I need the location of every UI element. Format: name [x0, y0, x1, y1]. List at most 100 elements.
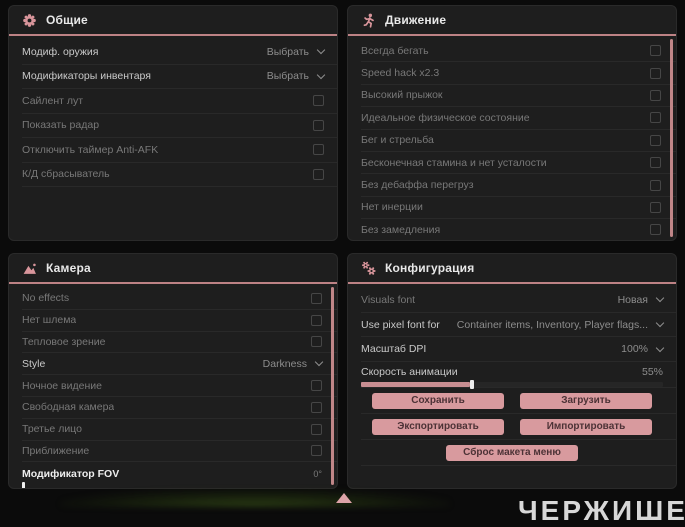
checkbox[interactable]	[650, 224, 661, 236]
row-label: No effects	[22, 292, 70, 305]
panel-title: Движение	[385, 13, 447, 27]
toggle-row-anti-afk[interactable]: Отключить таймер Anti-AFK	[22, 138, 337, 163]
save-button[interactable]: Сохранить	[372, 392, 504, 409]
checkbox[interactable]	[313, 119, 324, 131]
checkbox[interactable]	[650, 157, 661, 169]
toggle-row-speed-hack[interactable]: Speed hack x2.3	[361, 62, 676, 85]
checkbox[interactable]	[650, 134, 661, 146]
slider-handle[interactable]	[469, 380, 474, 390]
watermark-text: ЧЕРЖИШЕ	[518, 495, 685, 526]
toggle-row-always-run[interactable]: Всегда бегать	[361, 40, 676, 63]
row-label: Visuals font	[361, 293, 416, 306]
dropdown-inventory-mods[interactable]: Выбрать	[266, 70, 326, 83]
chevron-down-icon	[655, 318, 665, 328]
chevron-down-icon	[655, 294, 665, 303]
checkbox[interactable]	[311, 336, 322, 348]
checkbox[interactable]	[311, 401, 322, 413]
toggle-row-cd-reset[interactable]: К/Д сбрасыватель	[22, 163, 337, 187]
chevron-down-icon	[655, 343, 665, 352]
dropdown-pixel-font[interactable]: Container items, Inventory, Player flags…	[456, 318, 665, 331]
panel-camera-header: Камера	[9, 254, 337, 284]
row-label: К/Д сбрасыватель	[22, 168, 110, 181]
dropdown-value: Новая	[617, 293, 648, 306]
toggle-row-infinite-stamina[interactable]: Бесконечная стамина и нет усталости	[361, 152, 676, 175]
export-button[interactable]: Экспортировать	[372, 418, 504, 435]
scrollbar[interactable]	[331, 287, 334, 485]
button-row-reset: Сброс макета меню	[361, 440, 676, 467]
panel-general: Общие Модиф. оружия Выбрать Модификаторы…	[8, 5, 338, 241]
row-label: Показать радар	[22, 119, 100, 132]
dropdown-weapon-mod[interactable]: Выбрать	[266, 45, 326, 58]
toggle-row-run-and-shoot[interactable]: Бег и стрельба	[361, 130, 676, 152]
dropdown-row-weapon-mod: Модиф. оружия Выбрать	[22, 40, 337, 65]
checkbox[interactable]	[311, 314, 322, 326]
panel-camera: Камера No effects Нет шлема Тепловое зре…	[8, 253, 338, 489]
checkbox[interactable]	[650, 45, 661, 57]
slider-handle[interactable]	[22, 482, 25, 488]
row-label: Ночное видение	[22, 379, 102, 392]
checkbox[interactable]	[650, 67, 661, 79]
row-label: Style	[22, 357, 46, 370]
checkbox[interactable]	[311, 423, 322, 435]
toggle-row-thermal-vision[interactable]: Тепловое зрение	[22, 332, 337, 354]
toggle-row-free-camera[interactable]: Свободная камера	[22, 397, 337, 419]
slider-track[interactable]	[361, 380, 663, 390]
panel-general-rows: Модиф. оружия Выбрать Модификаторы инвен…	[9, 36, 337, 187]
checkbox[interactable]	[311, 380, 322, 392]
dropdown-value: Container items, Inventory, Player flags…	[456, 318, 648, 331]
dropdown-value: Выбрать	[266, 70, 309, 83]
row-label: Нет инерции	[361, 201, 423, 214]
panel-config: Конфигурация Visuals font Новая Use pixe…	[347, 253, 677, 489]
chevron-down-icon	[316, 46, 326, 55]
mountain-icon	[22, 261, 37, 276]
dropdown-row-inventory-mods: Модификаторы инвентаря Выбрать	[22, 65, 337, 89]
mod-menu: Общие Модиф. оружия Выбрать Модификаторы…	[8, 5, 677, 489]
toggle-row-no-effects[interactable]: No effects	[22, 288, 337, 310]
checkbox[interactable]	[313, 168, 324, 180]
toggle-row-perfect-condition[interactable]: Идеальное физическое состояние	[361, 107, 676, 130]
dropdown-row-dpi-scale: Масштаб DPI 100%	[361, 337, 676, 363]
reset-menu-layout-button[interactable]: Сброс макета меню	[446, 444, 578, 461]
panel-camera-rows: No effects Нет шлема Тепловое зрение Sty…	[9, 284, 337, 488]
checkbox[interactable]	[313, 144, 324, 156]
dropdown-value: Darkness	[262, 357, 307, 370]
row-label: Без замедления	[361, 223, 441, 236]
checkbox[interactable]	[311, 445, 322, 457]
panel-movement: Движение Всегда бегать Speed hack x2.3 В…	[347, 5, 677, 241]
toggle-row-silent-loot[interactable]: Сайлент лут	[22, 89, 337, 114]
chevron-down-icon	[316, 70, 326, 79]
row-label: Без дебаффа перегруз	[361, 179, 474, 192]
toggle-row-no-overload-debuff[interactable]: Без дебаффа перегруз	[361, 174, 676, 197]
button-row-save-load: Сохранить Загрузить	[361, 388, 676, 415]
toggle-row-no-helmet[interactable]: Нет шлема	[22, 310, 337, 332]
row-label: Бег и стрельба	[361, 134, 434, 147]
dropdown-dpi-scale[interactable]: 100%	[621, 343, 665, 355]
slider-fill	[361, 382, 470, 388]
toggle-row-no-slowdown[interactable]: Без замедления	[361, 219, 676, 240]
import-button[interactable]: Импортировать	[520, 418, 652, 435]
toggle-row-zoom[interactable]: Приближение	[22, 441, 337, 463]
scrollbar[interactable]	[670, 39, 673, 237]
fov-modifier-row: Модификатор FOV 0°	[22, 462, 337, 488]
animation-speed-slider-row: Скорость анимации 55%	[361, 362, 676, 390]
toggle-row-no-inertia[interactable]: Нет инерции	[361, 197, 676, 220]
row-label: Use pixel font for	[361, 318, 440, 331]
dropdown-visuals-font[interactable]: Новая	[617, 293, 665, 306]
toggle-row-show-radar[interactable]: Показать радар	[22, 114, 337, 138]
runner-icon	[361, 13, 376, 28]
checkbox[interactable]	[311, 292, 322, 304]
checkbox[interactable]	[650, 179, 661, 191]
checkbox[interactable]	[650, 112, 661, 124]
load-button[interactable]: Загрузить	[520, 392, 652, 409]
dropdown-value: Выбрать	[266, 45, 309, 58]
button-row-export-import: Экспортировать Импортировать	[361, 414, 676, 441]
toggle-row-high-jump[interactable]: Высокий прыжок	[361, 85, 676, 108]
dropdown-style[interactable]: Darkness	[262, 357, 324, 370]
toggle-row-third-person[interactable]: Третье лицо	[22, 419, 337, 441]
toggle-row-night-vision[interactable]: Ночное видение	[22, 375, 337, 397]
checkbox[interactable]	[650, 201, 661, 213]
checkbox[interactable]	[650, 89, 661, 101]
row-label: Бесконечная стамина и нет усталости	[361, 156, 547, 169]
checkbox[interactable]	[313, 95, 324, 107]
dropdown-row-style: Style Darkness	[22, 353, 337, 376]
